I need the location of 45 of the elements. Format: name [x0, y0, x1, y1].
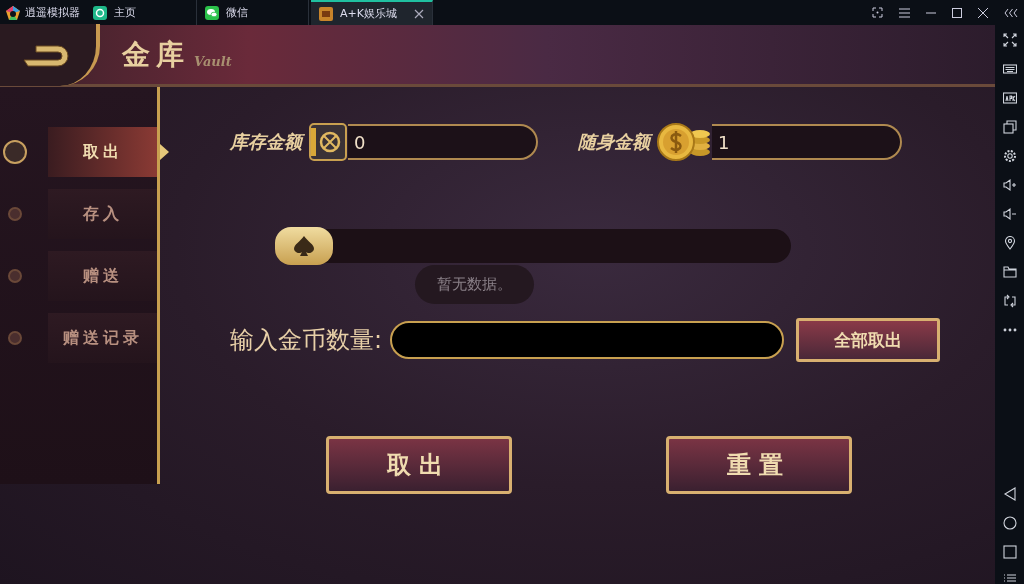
back-icon[interactable]: [1002, 487, 1017, 501]
recents-icon[interactable]: [1002, 545, 1017, 559]
balance-value: 0: [354, 131, 366, 153]
home-tab-icon: [93, 5, 107, 20]
location-icon[interactable]: [1002, 236, 1017, 250]
pointer-icon: [160, 144, 169, 160]
page-subtitle: Vault: [194, 54, 232, 69]
minimize-icon[interactable]: [926, 11, 936, 14]
home-icon[interactable]: [1002, 516, 1017, 530]
menu-tab[interactable]: 赠送: [48, 251, 157, 301]
menu-tab[interactable]: 取出: [48, 127, 157, 177]
volup-icon[interactable]: [1002, 178, 1017, 192]
rotate-icon[interactable]: [1002, 294, 1017, 308]
keyboard-icon[interactable]: [1002, 62, 1017, 76]
close-icon[interactable]: [978, 7, 988, 18]
amount-label: 输入金币数量:: [230, 325, 383, 356]
app-name: 逍遥模拟器: [25, 5, 80, 20]
collapse-icon[interactable]: [1004, 8, 1018, 17]
withdraw-all-button[interactable]: 全部取出: [796, 318, 941, 362]
screenshot-icon[interactable]: [872, 7, 883, 18]
game-tab-icon: [319, 6, 333, 21]
list-icon[interactable]: [1002, 574, 1017, 582]
voldown-icon[interactable]: [1002, 207, 1017, 221]
close-icon[interactable]: [414, 8, 424, 19]
fullscreen-icon[interactable]: [1002, 33, 1017, 47]
app-logo-icon: [5, 4, 21, 21]
chat-tab-icon: [205, 5, 219, 20]
toast-message: 暂无数据。: [415, 265, 534, 304]
spade-slider-thumb[interactable]: [275, 227, 333, 265]
menu-tab[interactable]: 赠送记录: [48, 313, 157, 363]
maximize-icon[interactable]: [952, 7, 962, 18]
menu-icon[interactable]: [899, 7, 910, 18]
safe-icon: [308, 122, 348, 162]
balance-value: 1: [718, 131, 730, 153]
apk-icon[interactable]: [1002, 91, 1017, 105]
windows-icon[interactable]: [1002, 120, 1017, 134]
folder-icon[interactable]: [1002, 265, 1017, 279]
browser-tab[interactable]: A+K娱乐城: [311, 0, 433, 25]
action-button[interactable]: 取出: [326, 436, 512, 494]
amount-slider[interactable]: [275, 229, 791, 263]
settings-icon[interactable]: [1002, 149, 1017, 163]
coin-stack-icon: [656, 122, 712, 162]
action-button[interactable]: 重置: [666, 436, 852, 494]
amount-input-field[interactable]: [390, 321, 785, 359]
page-title: 金库: [122, 36, 190, 73]
